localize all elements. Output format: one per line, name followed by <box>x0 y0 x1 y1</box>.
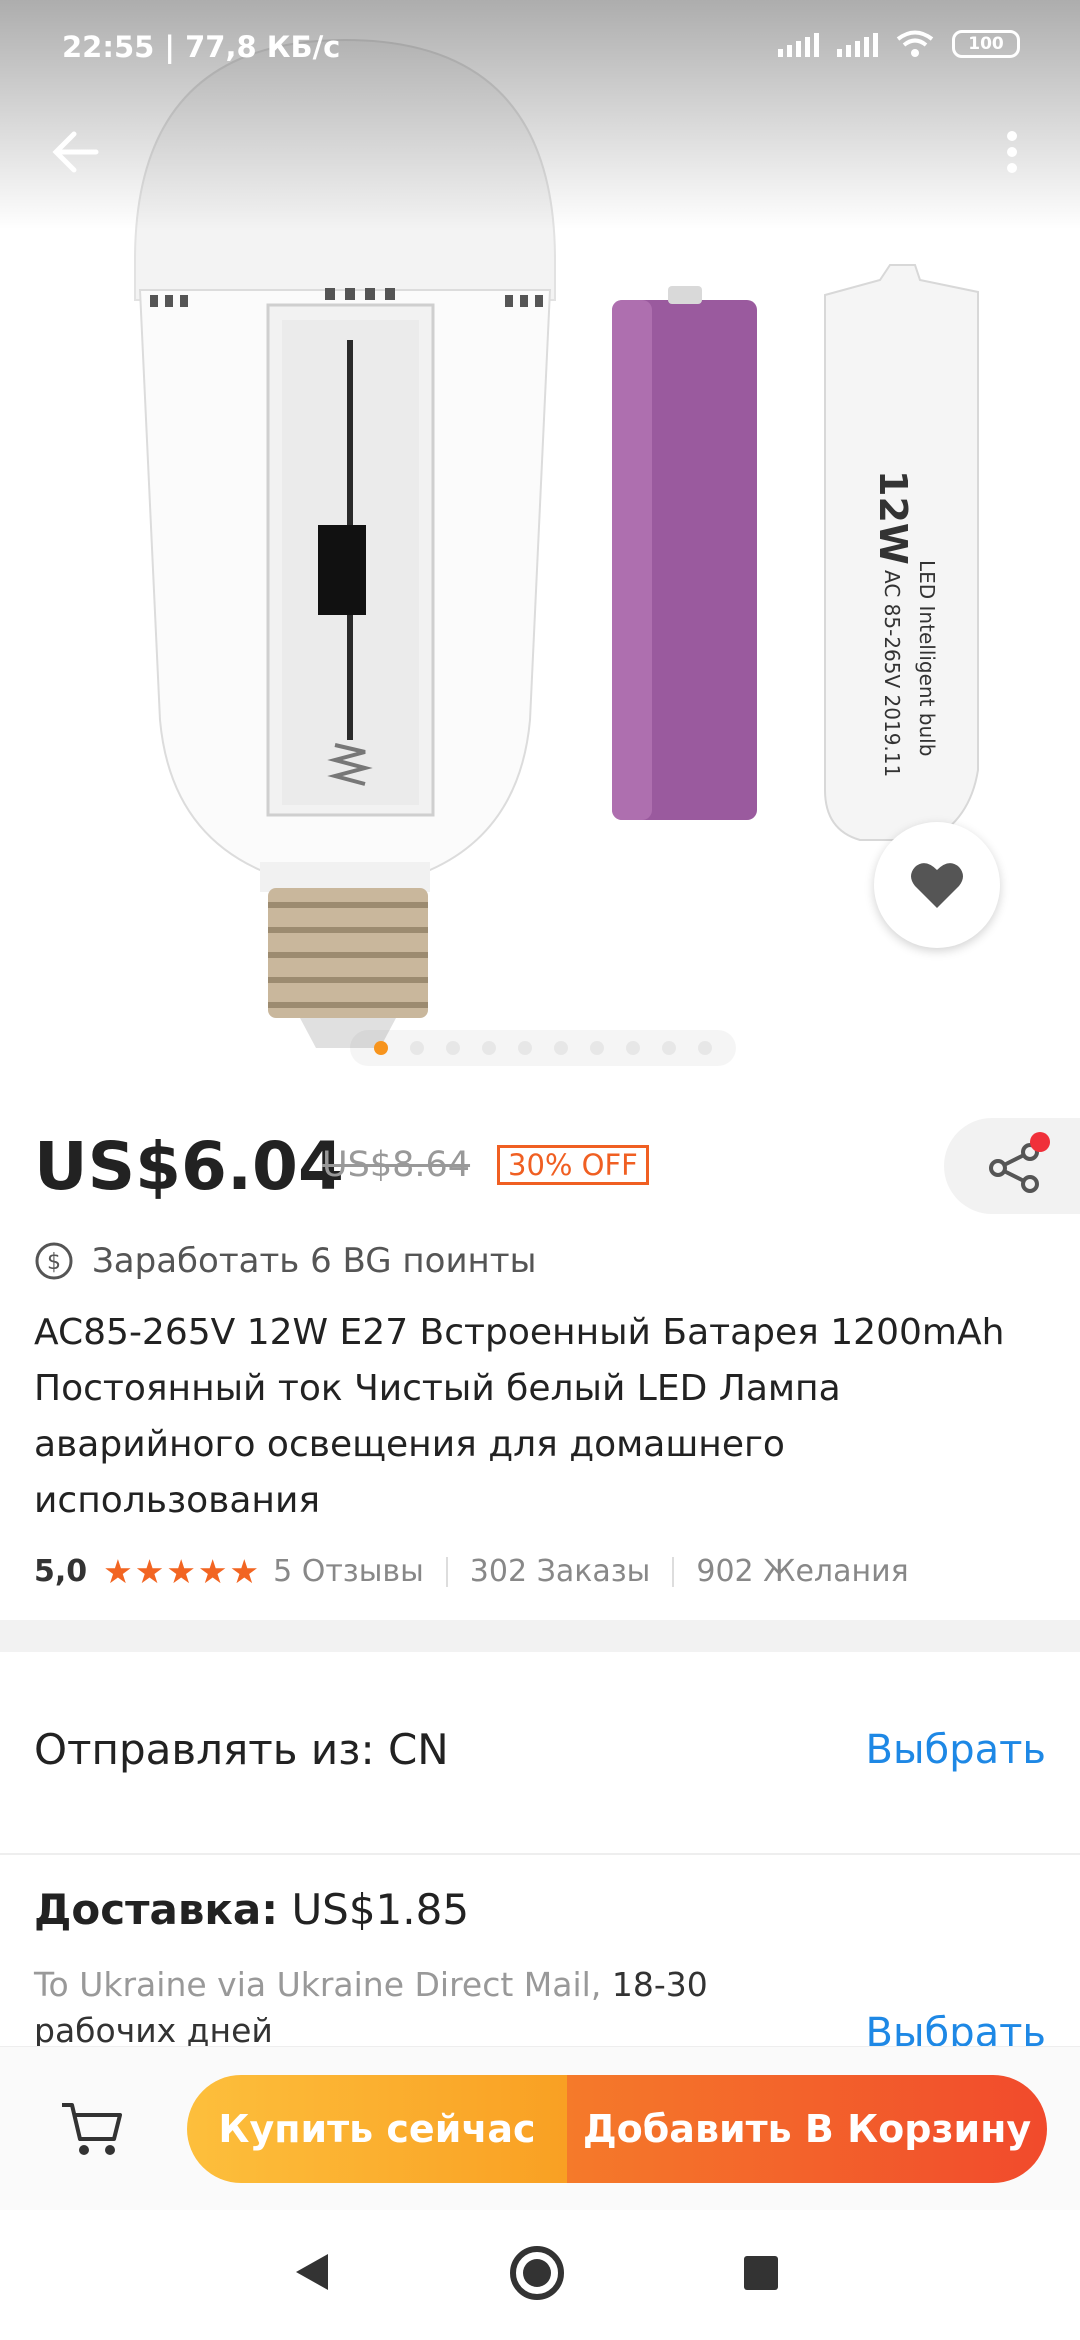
gallery-dot[interactable] <box>518 1041 532 1055</box>
gallery-dot[interactable] <box>482 1041 496 1055</box>
status-icons: 100 <box>778 30 1020 58</box>
nav-recent-icon[interactable] <box>744 2256 778 2290</box>
gallery-dot[interactable] <box>374 1041 388 1055</box>
bg-points-row[interactable]: $ Заработать 6 BG поинты <box>34 1241 536 1281</box>
bottom-action-bar: Купить сейчас Добавить В Корзину <box>0 2046 1080 2210</box>
battery-icon: 100 <box>952 30 1020 58</box>
gallery-dot[interactable] <box>590 1041 604 1055</box>
svg-text:$: $ <box>47 1250 61 1275</box>
wishes-count: 902 Желания <box>696 1554 909 1589</box>
ship-from-label: Отправлять из: CN <box>34 1725 449 1774</box>
dollar-coin-icon: $ <box>35 1242 73 1280</box>
gallery-dot[interactable] <box>446 1041 460 1055</box>
delivery-row: Доставка: US$1.85 <box>34 1885 469 1934</box>
divider <box>672 1556 675 1587</box>
section-divider <box>0 1620 1080 1652</box>
points-text: Заработать 6 BG поинты <box>92 1241 537 1281</box>
orders-count: 302 Заказы <box>469 1554 651 1589</box>
gallery-dot[interactable] <box>698 1041 712 1055</box>
gallery-dot[interactable] <box>662 1041 676 1055</box>
delivery-method: To Ukraine via Ukraine Direct Mail, <box>34 1965 602 2004</box>
delivery-label: Доставка: <box>34 1885 279 1934</box>
cart-button[interactable] <box>58 2099 128 2159</box>
buy-now-button[interactable]: Купить сейчас <box>187 2075 567 2183</box>
status-bar: 22:55 | 77,8 КБ/с 100 <box>0 0 1080 96</box>
network-speed: 77,8 КБ/с <box>185 30 341 64</box>
divider <box>0 1853 1080 1855</box>
ship-from-select-link[interactable]: Выбрать <box>866 1727 1046 1773</box>
signal-icon <box>778 31 819 57</box>
product-title: AC85-265V 12W E27 Встроенный Батарея 120… <box>34 1312 1005 1521</box>
discount-badge: 30% OFF <box>497 1145 649 1185</box>
system-nav-bar <box>0 2210 1080 2340</box>
gallery-pagination[interactable] <box>350 1030 736 1066</box>
gallery-dot[interactable] <box>626 1041 640 1055</box>
divider <box>445 1556 448 1587</box>
svg-text:AC 85-265V 2019.11: AC 85-265V 2019.11 <box>880 570 904 777</box>
heart-icon <box>911 863 963 908</box>
rating-value: 5,0 <box>34 1554 88 1589</box>
gallery-dot[interactable] <box>554 1041 568 1055</box>
more-vertical-icon <box>1007 131 1017 173</box>
back-button[interactable] <box>48 122 108 182</box>
current-price: US$6.04 <box>34 1128 344 1205</box>
nav-home-icon[interactable] <box>510 2246 564 2300</box>
nav-back-icon[interactable] <box>292 2250 332 2294</box>
gallery-dot[interactable] <box>410 1041 424 1055</box>
back-arrow-icon <box>52 131 99 173</box>
add-to-cart-button[interactable]: Добавить В Корзину <box>567 2075 1047 2183</box>
svg-text:12W: 12W <box>871 470 915 565</box>
delivery-price: US$1.85 <box>291 1885 470 1934</box>
star-rating: ★★★★★ <box>103 1552 262 1591</box>
more-options-button[interactable] <box>992 122 1032 182</box>
wishlist-button[interactable] <box>874 822 1000 948</box>
cart-icon <box>62 2103 122 2155</box>
status-time-speed: 22:55 | 77,8 КБ/с <box>62 30 341 64</box>
delivery-info: To Ukraine via Ukraine Direct Mail, 18-3… <box>34 1962 734 2054</box>
notification-dot <box>1030 1132 1050 1152</box>
product-stats: 5,0 ★★★★★ 5 Отзывы 302 Заказы 902 Желани… <box>34 1552 909 1591</box>
share-button[interactable] <box>944 1118 1080 1214</box>
signal-icon-2 <box>837 31 878 57</box>
original-price: US$8.64 <box>322 1145 471 1185</box>
product-image-gallery[interactable]: 12W LED Intelligent bulb AC 85-265V 2019… <box>0 0 1080 1080</box>
wifi-icon <box>896 30 934 57</box>
svg-text:LED Intelligent bulb: LED Intelligent bulb <box>915 560 939 756</box>
reviews-link[interactable]: 5 Отзывы <box>273 1554 424 1589</box>
status-time: 22:55 <box>62 30 155 64</box>
